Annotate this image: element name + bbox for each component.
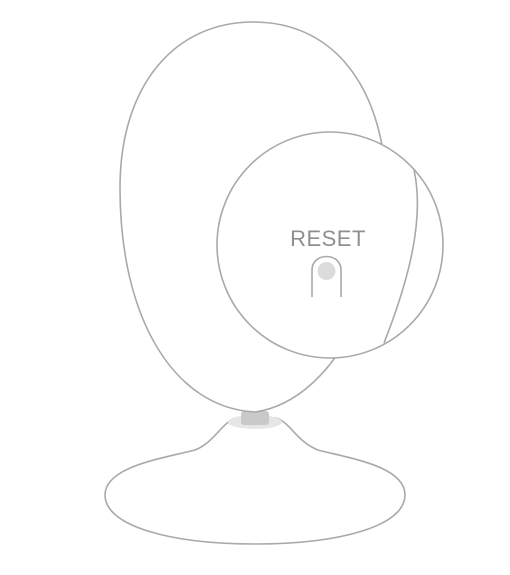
camera-base — [104, 417, 406, 545]
camera-diagram-svg: RESET — [104, 21, 444, 545]
reset-label: RESET — [290, 226, 366, 251]
camera-reset-illustration: RESET — [0, 0, 510, 570]
reset-pinhole — [317, 262, 336, 280]
camera-neck — [241, 411, 269, 425]
